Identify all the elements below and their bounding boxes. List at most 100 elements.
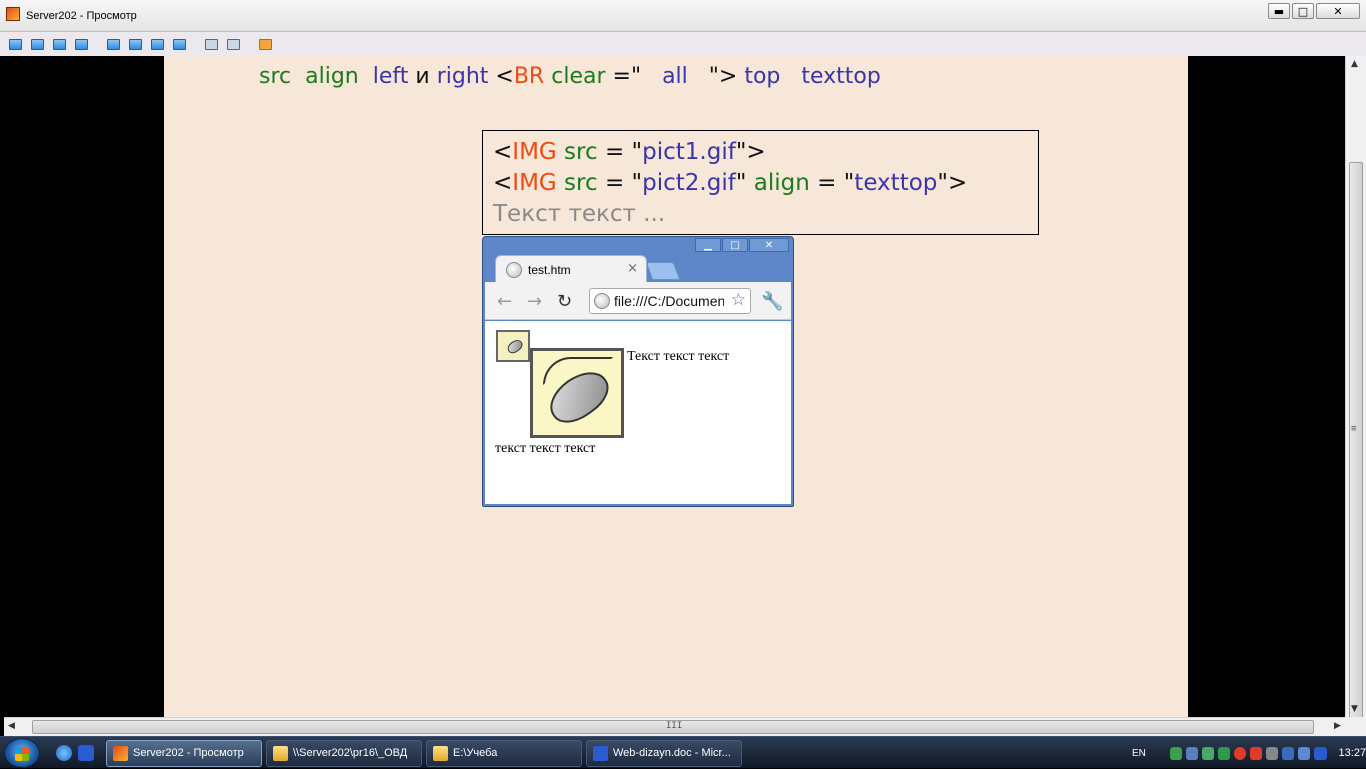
language-indicator[interactable]: EN [1132,748,1146,759]
vertical-scrollbar[interactable]: ▲ ≡ ▼ [1345,56,1366,752]
window-title: Server202 - Просмотр [26,10,137,22]
tools-icon[interactable] [224,36,242,52]
browser-maximize-icon: □ [722,238,748,252]
viewer-app-icon [113,746,128,761]
taskbar-button-label: Server202 - Просмотр [133,747,244,759]
window-icon[interactable] [104,36,122,52]
viewer-toolbar [0,32,1366,56]
tab-close-icon: × [627,261,638,276]
kw-clear: clear [551,64,606,89]
vscroll-grip: ≡ [1351,424,1357,434]
mouse-picture-small [496,330,530,362]
star-icon: ☆ [730,290,746,310]
folder-icon [433,746,448,761]
scroll-up-icon[interactable]: ▲ [1351,59,1358,69]
quote-gt: "> [708,64,738,89]
scroll-down-icon[interactable]: ▼ [1351,704,1358,714]
folder-icon [273,746,288,761]
fit-icon[interactable] [126,36,144,52]
val-all: all [662,64,688,89]
browser-url: file:///C:/Documents [614,293,724,309]
taskbar-button-folder-pr16[interactable]: \\Server202\pr16\_ОВД [266,740,422,767]
forward-arrow-icon: → [527,291,543,312]
taskbar-button-label: \\Server202\pr16\_ОВД [293,747,408,759]
vertical-scroll-thumb[interactable] [1349,162,1363,752]
reload-icon: ↻ [557,291,573,312]
quick-launch-app-icon[interactable] [78,745,94,761]
browser-window-controls: ▁ □ ✕ [695,238,789,252]
browser-text-texttop: Текст текст текст [627,349,730,364]
copy-icon[interactable] [202,36,220,52]
taskbar: Server202 - Просмотр \\Server202\pr16\_О… [0,736,1366,768]
mouse-picture-large [530,348,624,438]
scroll-corner [1345,717,1366,736]
browser-close-icon: ✕ [749,238,789,252]
browser-content: Текст текст текст текст текст текст [485,321,791,504]
lt-sign: < [495,64,514,89]
window-title-bar: Server202 - Просмотр ▬ □ ✕ [0,0,1366,32]
close-button[interactable]: ✕ [1316,3,1360,19]
back-arrow-icon: ← [497,291,513,312]
network-icon[interactable] [1169,746,1182,760]
sync-icon[interactable] [1218,746,1231,760]
display-icon[interactable] [1282,746,1295,760]
code-example-box: <IMG src = "pict1.gif"> <IMG src = "pict… [482,130,1039,235]
globe-icon [506,262,522,278]
mute-icon[interactable] [1266,746,1279,760]
val-texttop: texttop [801,64,881,89]
word-and: и [415,64,430,89]
wrench-icon: 🔧 [761,291,784,312]
example-browser-window: ▁ □ ✕ test.htm × ← → ↻ file:///C:/Docume… [482,236,794,507]
taskbar-button-label: E:\Учеба [453,747,498,759]
scale-icon[interactable] [170,36,188,52]
val-left: left [372,64,409,89]
word-icon [593,746,608,761]
taskbar-button-word-doc[interactable]: Web-dizayn.doc - Micr... [586,740,742,767]
address-globe-icon [594,293,610,309]
antivirus-icon[interactable] [1234,746,1247,760]
window-controls: ▬ □ ✕ [1268,3,1360,19]
kw-src: src [259,64,292,89]
windows-logo-icon [15,747,29,761]
remote-viewport[interactable]: src align left и right <BR clear =" all … [4,56,1345,717]
code-line-1: <IMG src = "pict1.gif"> [493,139,766,165]
val-top: top [744,64,781,89]
shield-icon[interactable] [1250,746,1263,760]
kw-align: align [305,64,359,89]
tray-app-icon[interactable] [1314,746,1327,760]
start-button[interactable] [4,738,40,768]
slide-topline: src align left и right <BR clear =" all … [259,64,881,89]
val-right: right [436,64,489,89]
code-line-3: Текст текст ... [493,201,666,227]
app-icon [6,7,20,21]
scroll-right-icon[interactable]: ▶ [1334,721,1341,731]
phone-icon[interactable] [50,36,68,52]
browser-minimize-icon: ▁ [695,238,721,252]
browser-tab-title: test.htm [528,263,571,277]
eq-quote: =" [612,64,642,89]
new-tab-icon [645,262,681,280]
browser-nav-bar: ← → ↻ file:///C:/Documents ☆ 🔧 [485,282,791,320]
code-line-2: <IMG src = "pict2.gif" align = "texttop"… [493,170,968,196]
tag-br: BR [513,64,545,89]
message-icon[interactable] [72,36,90,52]
monitor-icon[interactable] [6,36,24,52]
scroll-left-icon[interactable]: ◀ [8,721,15,731]
maximize-button[interactable]: □ [1292,3,1314,19]
update-icon[interactable] [1202,746,1215,760]
taskbar-button-server202[interactable]: Server202 - Просмотр [106,740,262,767]
fullscreen-icon[interactable] [148,36,166,52]
taskbar-button-folder-ucheba[interactable]: E:\Учеба [426,740,582,767]
taskbar-button-label: Web-dizayn.doc - Micr... [613,747,731,759]
horizontal-scrollbar[interactable]: ◀ III ▶ [4,717,1345,736]
user-icon[interactable] [1185,746,1199,760]
system-tray: EN 13:27 [1130,737,1366,769]
clock[interactable]: 13:27 [1339,747,1366,759]
slide: src align left и right <BR clear =" all … [164,56,1188,717]
browser-text-below: текст текст текст [495,441,596,456]
close-session-icon[interactable] [256,36,274,52]
volume-icon[interactable] [1298,746,1311,760]
internet-explorer-icon[interactable] [56,745,72,761]
chat-icon[interactable] [28,36,46,52]
minimize-button[interactable]: ▬ [1268,3,1290,19]
